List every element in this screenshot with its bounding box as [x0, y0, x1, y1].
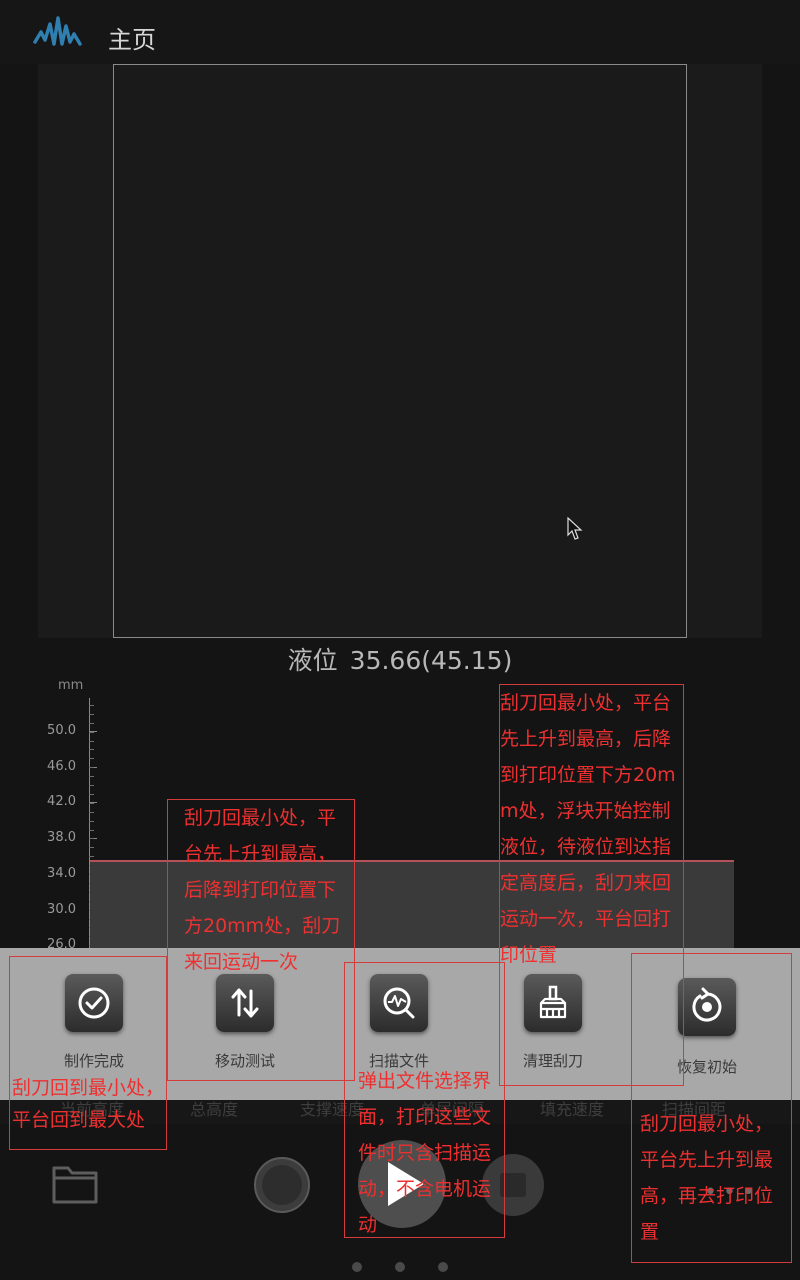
y-tick-label: 50.0 [47, 723, 76, 738]
page-indicator [0, 1262, 800, 1274]
annotation-complete: 刮刀回到最小处，平台回到最大处 [9, 956, 167, 1150]
annotation-scan-file: 弹出文件选择界面，打印这些文件时只含扫描运动，不含电机运动 [344, 962, 505, 1238]
mouse-cursor-icon [567, 517, 583, 540]
y-tick-minor [89, 732, 94, 733]
y-tick-minor [89, 821, 94, 822]
y-tick-label: 34.0 [47, 865, 76, 881]
page-title: 主页 [108, 26, 156, 54]
y-tick-minor [89, 749, 94, 750]
y-tick-label: 42.0 [47, 794, 76, 810]
y-tick-minor [89, 705, 94, 706]
y-tick-minor [89, 830, 94, 831]
liquid-level-readout: 液位 35.66(45.15) [0, 641, 800, 677]
annotation-reset: 刮刀回最小处，平台先上升到最高，再去打印位置 [631, 953, 792, 1263]
y-tick-minor [89, 856, 94, 857]
y-tick-minor [89, 785, 94, 786]
y-tick-minor [89, 812, 94, 813]
y-tick-minor [89, 741, 94, 742]
y-tick-minor [89, 714, 94, 715]
y-tick-label: 38.0 [47, 830, 76, 846]
annotation-move-test: 刮刀回最小处，平台先上升到最高，后降到打印位置下方20mm处，刮刀来回运动一次 [167, 799, 355, 1081]
y-tick-minor [89, 847, 94, 848]
y-tick-minor [89, 758, 94, 759]
y-tick-label: 30.0 [47, 901, 76, 917]
app-logo-icon [33, 16, 82, 46]
y-tick-label: 46.0 [47, 758, 76, 774]
print-preview-canvas[interactable] [113, 64, 687, 638]
y-tick-minor [89, 803, 94, 804]
record-button[interactable] [254, 1157, 310, 1213]
y-tick-minor [89, 723, 94, 724]
liquid-level-label: 液位 [287, 646, 338, 675]
chart-unit-label: mm [58, 678, 84, 693]
liquid-level-value: 35.66(45.15) [349, 646, 513, 675]
y-tick-minor [89, 794, 94, 795]
y-tick-minor [89, 776, 94, 777]
y-tick-minor [89, 767, 94, 768]
folder-icon[interactable] [52, 1162, 98, 1206]
y-tick-minor [89, 838, 94, 839]
